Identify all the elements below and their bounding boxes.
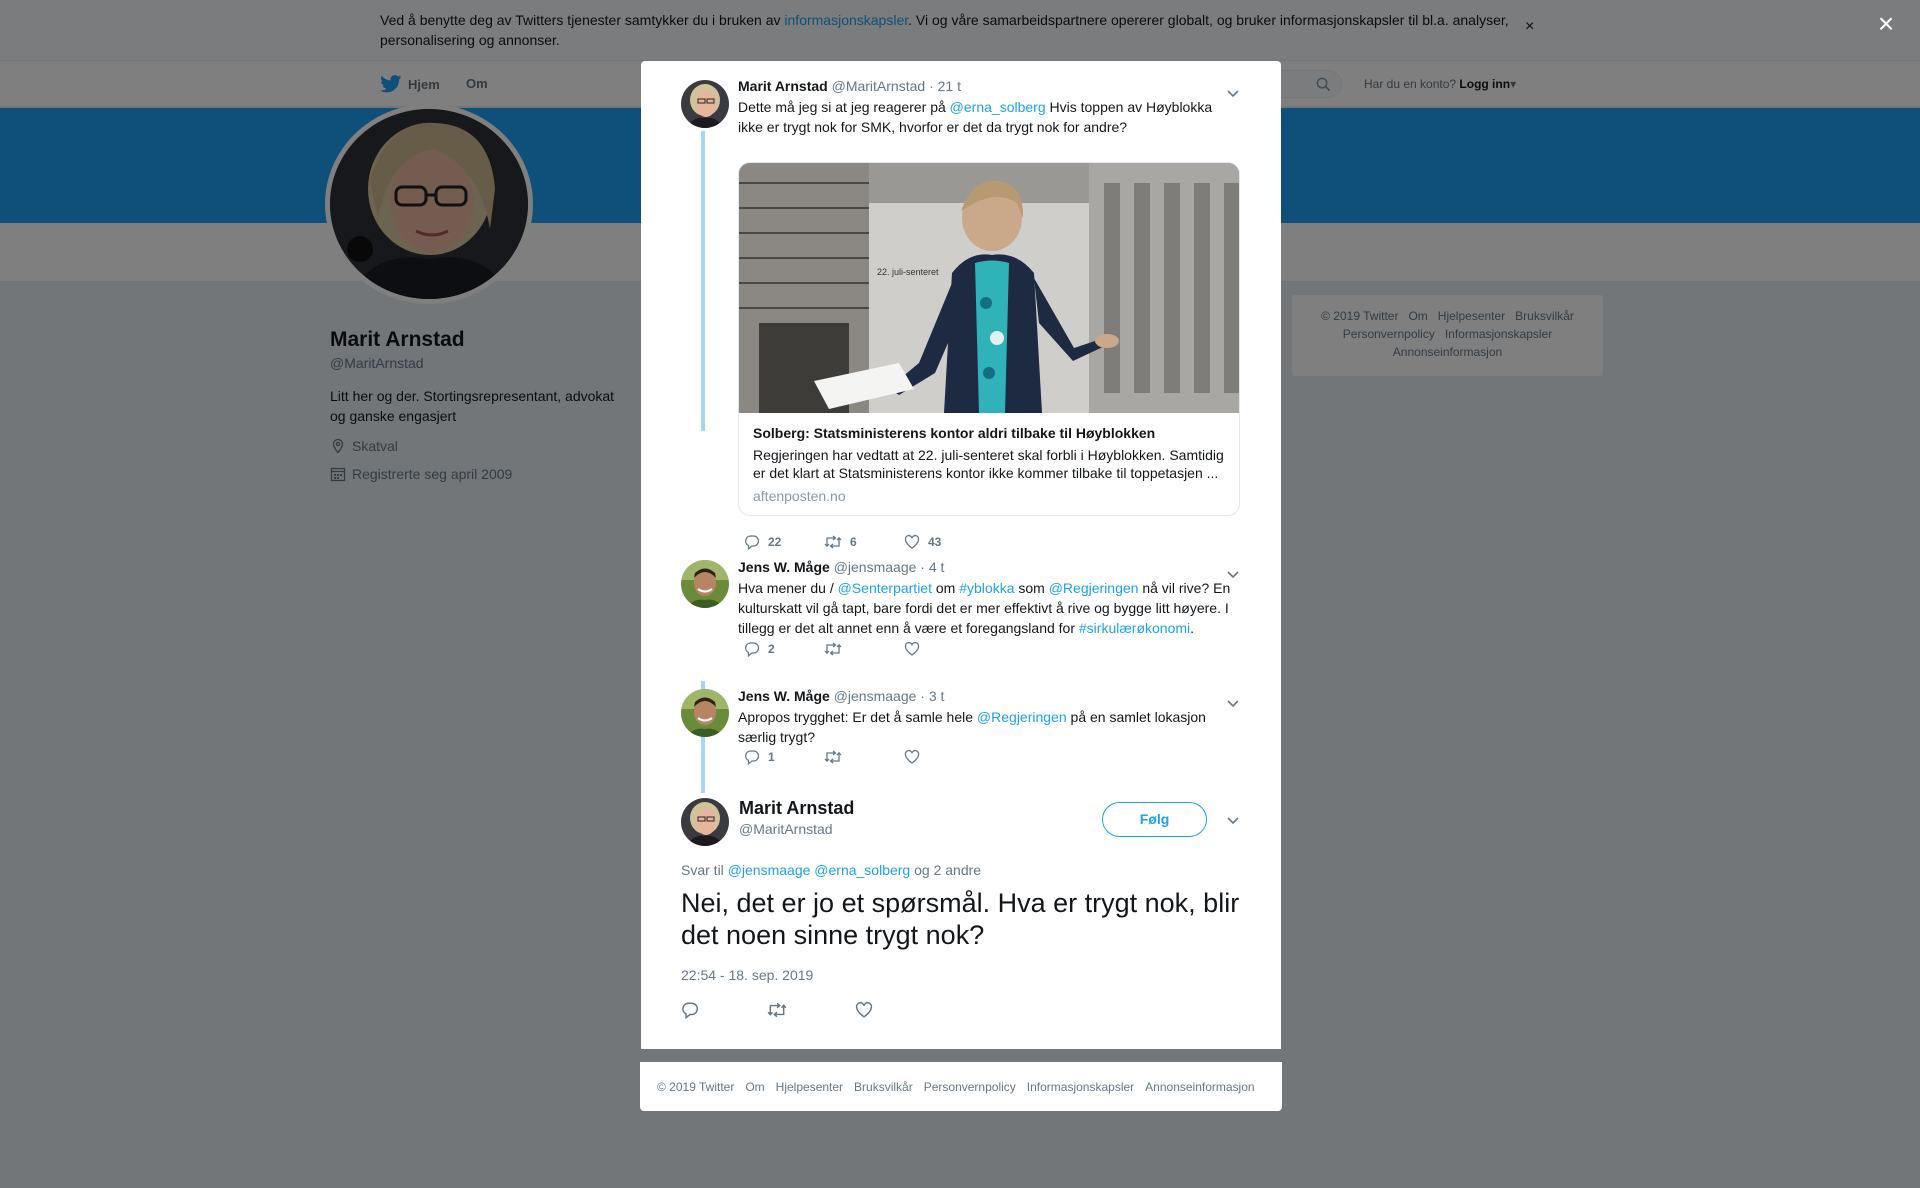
avatar[interactable] bbox=[681, 80, 729, 128]
like-button[interactable]: 43 bbox=[904, 534, 984, 550]
focus-tweet-text: Nei, det er jo et spørsmål. Hva er trygt… bbox=[681, 888, 1240, 950]
chevron-down-icon[interactable] bbox=[1225, 812, 1241, 828]
tweet-text: Dette må jeg si at jeg reagerer på @erna… bbox=[738, 97, 1238, 137]
reply-count: 1 bbox=[768, 750, 775, 764]
footer-link-about[interactable]: Om bbox=[745, 1080, 764, 1094]
reply-icon[interactable] bbox=[744, 534, 760, 550]
author-name[interactable]: Jens W. Måge bbox=[738, 559, 830, 575]
mention-link[interactable]: @Regjeringen bbox=[1049, 580, 1139, 596]
author-handle[interactable]: @jensmaage bbox=[834, 688, 917, 704]
reply-count: 22 bbox=[768, 535, 782, 549]
tweet-text-part: om bbox=[931, 580, 960, 596]
footer-link-cookies[interactable]: Informasjonskapsler bbox=[1027, 1080, 1134, 1094]
author-handle[interactable]: @MaritArnstad bbox=[832, 78, 926, 94]
footer-link-terms[interactable]: Bruksvilkår bbox=[854, 1080, 913, 1094]
card-domain: aftenposten.no bbox=[753, 488, 846, 504]
tweet-modal: Marit Arnstad @MaritArnstad · 21 t Dette… bbox=[641, 61, 1281, 1049]
retweet-button[interactable] bbox=[824, 749, 904, 765]
heart-icon[interactable] bbox=[855, 1001, 873, 1019]
mention-link[interactable]: @jensmaage bbox=[728, 862, 811, 878]
chevron-down-icon[interactable] bbox=[1225, 695, 1241, 711]
close-icon[interactable]: × bbox=[1874, 10, 1898, 38]
tweet-actions bbox=[681, 1001, 873, 1019]
heart-icon[interactable] bbox=[904, 749, 920, 765]
chevron-down-icon[interactable] bbox=[1225, 566, 1241, 582]
retweet-icon[interactable] bbox=[824, 749, 842, 765]
reply-button[interactable]: 22 bbox=[744, 534, 824, 550]
mention-link[interactable]: @Regjeringen bbox=[977, 709, 1067, 725]
chevron-down-icon[interactable] bbox=[1225, 85, 1241, 101]
tweet-actions: 2 bbox=[744, 641, 984, 657]
avatar[interactable] bbox=[681, 798, 729, 846]
like-button[interactable] bbox=[904, 641, 984, 657]
modal-footer: © 2019 Twitter Om Hjelpesenter Bruksvilk… bbox=[640, 1062, 1282, 1111]
footer-copyright: © 2019 Twitter bbox=[657, 1079, 735, 1094]
retweet-count: 6 bbox=[850, 535, 857, 549]
tweet-body: Marit Arnstad @MaritArnstad · 21 t Dette… bbox=[738, 77, 1238, 137]
link-card[interactable]: 22. juli-senteret Solberg: Statsminister… bbox=[738, 162, 1240, 516]
author-name[interactable]: Marit Arnstad bbox=[738, 78, 828, 94]
tweet-text-part: som bbox=[1014, 580, 1049, 596]
reply-context: Svar til @jensmaage @erna_solberg og 2 a… bbox=[681, 862, 981, 878]
tweet-header: Jens W. Måge @jensmaage · 3 t bbox=[738, 687, 1238, 705]
retweet-icon[interactable] bbox=[824, 641, 842, 657]
retweet-button[interactable] bbox=[824, 641, 904, 657]
retweet-icon[interactable] bbox=[767, 1001, 787, 1019]
tweet-text-part: Dette må jeg si at jeg reagerer på bbox=[738, 99, 950, 115]
card-image-sign: 22. juli-senteret bbox=[877, 267, 939, 277]
mention-link[interactable]: @erna_solberg bbox=[950, 99, 1046, 115]
avatar[interactable] bbox=[681, 560, 729, 608]
tweet-actions: 22 6 43 bbox=[744, 534, 984, 550]
heart-icon[interactable] bbox=[904, 641, 920, 657]
focus-author-handle[interactable]: @MaritArnstad bbox=[739, 821, 833, 837]
reply-label: Svar til bbox=[681, 862, 728, 878]
avatar[interactable] bbox=[681, 689, 729, 737]
tweet-body: Jens W. Måge @jensmaage · 3 t Apropos tr… bbox=[738, 687, 1238, 747]
focus-author-name[interactable]: Marit Arnstad bbox=[739, 798, 854, 819]
focus-timestamp[interactable]: 22:54 - 18. sep. 2019 bbox=[681, 967, 813, 983]
reply-icon[interactable] bbox=[744, 749, 760, 765]
tweet-text: Hva mener du / @Senterpartiet om #yblokk… bbox=[738, 578, 1238, 638]
author-handle[interactable]: @jensmaage bbox=[834, 559, 917, 575]
footer-link-privacy[interactable]: Personvernpolicy bbox=[924, 1080, 1016, 1094]
like-count: 43 bbox=[928, 535, 942, 549]
tweet-text: Apropos trygghet: Er det å samle hele @R… bbox=[738, 707, 1238, 747]
mention-link[interactable]: @erna_solberg bbox=[814, 862, 910, 878]
hashtag-link[interactable]: #yblokka bbox=[959, 580, 1014, 596]
heart-icon[interactable] bbox=[904, 534, 920, 550]
hashtag-link[interactable]: #sirkulærøkonomi bbox=[1079, 620, 1190, 636]
retweet-icon[interactable] bbox=[824, 534, 842, 550]
thread-tweet[interactable]: Marit Arnstad @MaritArnstad · 21 t Dette… bbox=[681, 77, 1241, 550]
thread-tweet[interactable]: Jens W. Måge @jensmaage · 3 t Apropos tr… bbox=[681, 687, 1241, 777]
follow-button[interactable]: Følg bbox=[1102, 802, 1207, 837]
card-title[interactable]: Solberg: Statsministerens kontor aldri t… bbox=[753, 424, 1223, 442]
card-image[interactable]: 22. juli-senteret bbox=[739, 163, 1239, 413]
reply-icon[interactable] bbox=[744, 641, 760, 657]
like-button[interactable] bbox=[904, 749, 984, 765]
footer-link-ads[interactable]: Annonseinformasjon bbox=[1145, 1080, 1254, 1094]
tweet-actions: 1 bbox=[744, 749, 984, 765]
tweet-time[interactable]: · 21 t bbox=[929, 78, 961, 94]
thread-tweet[interactable]: Jens W. Måge @jensmaage · 4 t Hva mener … bbox=[681, 558, 1241, 668]
tweet-body: Jens W. Måge @jensmaage · 4 t Hva mener … bbox=[738, 558, 1238, 638]
reply-button[interactable]: 1 bbox=[744, 749, 824, 765]
tweet-time[interactable]: · 3 t bbox=[920, 688, 944, 704]
tweet-time[interactable]: · 4 t bbox=[920, 559, 944, 575]
tweet-text-part: . bbox=[1190, 620, 1195, 636]
tweet-text-part: Hva mener du / bbox=[738, 580, 838, 596]
tweet-header: Marit Arnstad @MaritArnstad · 21 t bbox=[738, 77, 1238, 95]
reply-button[interactable]: 2 bbox=[744, 641, 824, 657]
card-description: Regjeringen har vedtatt at 22. juli-sent… bbox=[753, 447, 1224, 481]
reply-icon[interactable] bbox=[681, 1001, 699, 1019]
retweet-button[interactable]: 6 bbox=[824, 534, 904, 550]
tweet-header: Jens W. Måge @jensmaage · 4 t bbox=[738, 558, 1238, 576]
tweet-text-part: Apropos trygghet: Er det å samle hele bbox=[738, 709, 977, 725]
mention-link[interactable]: @Senterpartiet bbox=[838, 580, 932, 596]
author-name[interactable]: Jens W. Måge bbox=[738, 688, 830, 704]
reply-count: 2 bbox=[768, 642, 775, 656]
footer-link-help[interactable]: Hjelpesenter bbox=[776, 1080, 843, 1094]
reply-others[interactable]: og 2 andre bbox=[910, 862, 981, 878]
